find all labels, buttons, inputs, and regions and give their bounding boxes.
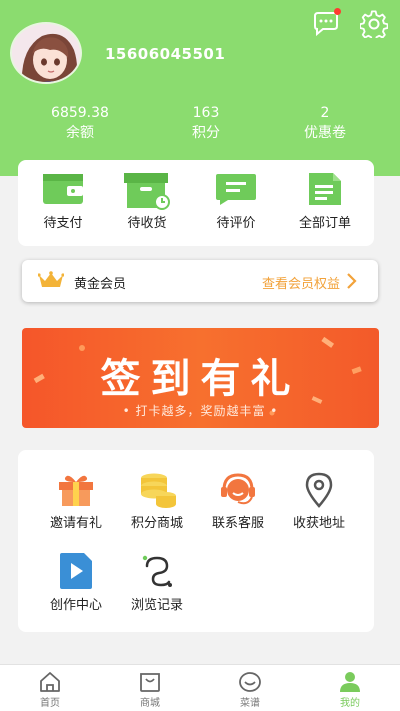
banner-title: 签到有礼 [100, 356, 301, 402]
tab-mine-label: 我的 [340, 698, 360, 709]
stat-balance[interactable]: 6859.38 余额 [25, 105, 135, 143]
tool-address[interactable]: 收获地址 [280, 472, 358, 531]
chevron-right-icon [347, 273, 357, 289]
order-pending-receipt-label: 待收货 [127, 216, 167, 231]
tool-customer-service[interactable]: 联系客服 [199, 472, 277, 531]
tool-address-label: 收获地址 [292, 516, 345, 531]
tab-recipes-label: 菜谱 [240, 698, 260, 709]
tab-shop-label: 商城 [140, 698, 160, 709]
points-label: 积分 [192, 125, 220, 141]
notification-dot [334, 8, 341, 15]
tools-grid: 邀请有礼 积分商城 联系客服 收获地址 创作中心 浏览记录 [18, 450, 374, 632]
order-pending-review-label: 待评价 [216, 216, 256, 231]
gear-icon[interactable] [360, 10, 388, 38]
orders-card: 待支付 待收货 待评价 全部订单 [18, 160, 374, 246]
tool-browsing-history-label: 浏览记录 [130, 598, 183, 613]
tool-browsing-history[interactable]: 浏览记录 [118, 552, 196, 613]
profile-header: 15606045501 6859.38 余额 163 积分 2 优惠卷 [0, 0, 400, 176]
stat-points[interactable]: 163 积分 [151, 105, 261, 143]
balance-value: 6859.38 [51, 105, 109, 121]
user-phone: 15606045501 [105, 45, 226, 63]
smile-face-icon [239, 672, 261, 692]
vip-benefits-link[interactable]: 查看会员权益 [262, 273, 340, 292]
shop-bag-icon [140, 673, 160, 692]
avatar[interactable] [10, 22, 82, 84]
tool-customer-service-label: 联系客服 [211, 516, 264, 531]
gift-icon [59, 475, 93, 506]
tab-home[interactable]: 首页 [10, 671, 90, 709]
order-all-label: 全部订单 [298, 216, 351, 231]
video-play-icon [60, 553, 92, 589]
order-pending-receipt[interactable]: 待收货 [107, 172, 187, 231]
anime-avatar-image [12, 24, 80, 82]
location-pin-icon [305, 472, 333, 508]
coupons-value: 2 [320, 105, 330, 121]
tool-points-mall-label: 积分商城 [130, 516, 183, 531]
tool-points-mall[interactable]: 积分商城 [118, 472, 196, 531]
crown-icon [38, 271, 64, 287]
person-icon [340, 672, 360, 692]
delivery-box-icon [124, 173, 170, 210]
order-all[interactable]: 全部订单 [285, 172, 365, 231]
order-pending-review[interactable]: 待评价 [196, 172, 276, 231]
history-icon [142, 555, 172, 587]
checkin-banner[interactable]: 签到有礼 • 打卡越多，奖励越丰富 • [22, 328, 379, 428]
order-pending-payment[interactable]: 待支付 [23, 172, 103, 231]
coins-icon [141, 473, 176, 508]
balance-label: 余额 [66, 125, 94, 141]
home-icon [40, 672, 60, 692]
bottom-tab-bar: 首页 商城 菜谱 我的 [0, 664, 400, 711]
tab-shop[interactable]: 商城 [110, 671, 190, 709]
order-list-icon [309, 173, 341, 205]
tool-creation-center-label: 创作中心 [49, 598, 102, 613]
vip-title: 黄金会员 [74, 277, 127, 292]
headset-icon [221, 473, 255, 505]
order-pending-payment-label: 待支付 [43, 216, 83, 231]
points-value: 163 [192, 105, 220, 121]
tab-recipes[interactable]: 菜谱 [210, 671, 290, 709]
banner-subtitle: • 打卡越多，奖励越丰富 • [122, 404, 279, 418]
wallet-icon [43, 174, 83, 204]
tab-mine[interactable]: 我的 [310, 671, 390, 709]
tab-home-label: 首页 [40, 698, 60, 709]
tool-invite[interactable]: 邀请有礼 [37, 472, 115, 531]
stat-coupons[interactable]: 2 优惠卷 [270, 105, 380, 143]
tool-invite-label: 邀请有礼 [49, 516, 102, 531]
review-icon [216, 174, 256, 205]
vip-membership-bar[interactable]: 黄金会员 查看会员权益 [22, 260, 378, 302]
coupons-label: 优惠卷 [304, 125, 346, 141]
tool-creation-center[interactable]: 创作中心 [37, 552, 115, 613]
